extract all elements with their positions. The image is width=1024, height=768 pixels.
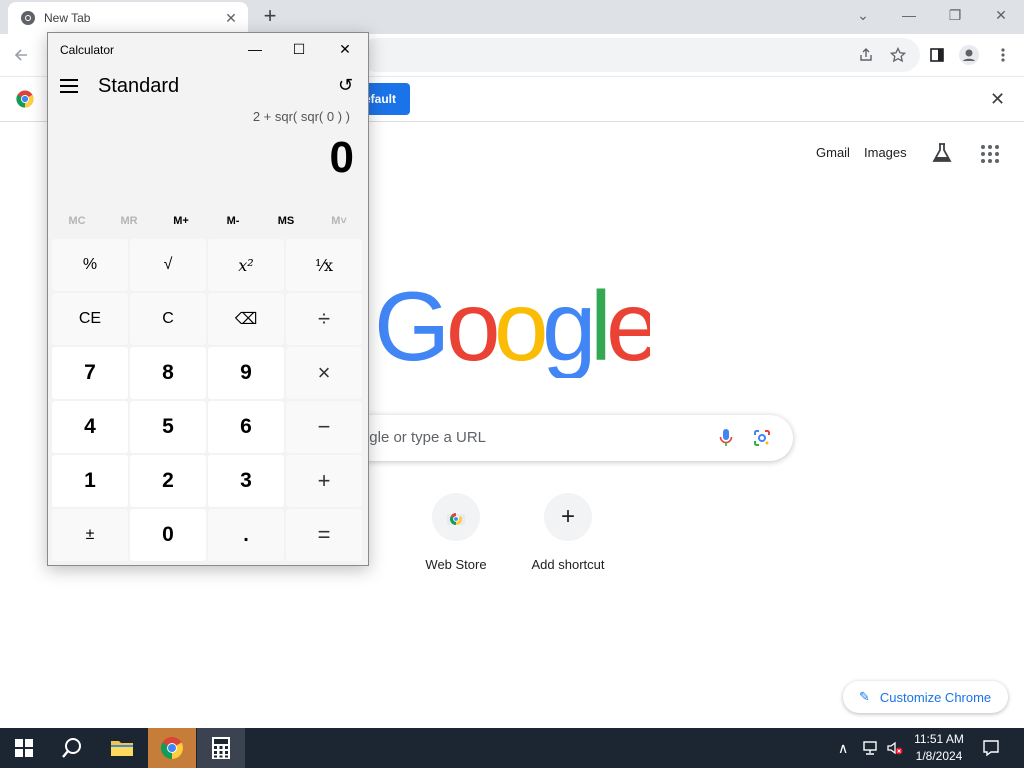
network-icon[interactable] — [862, 728, 880, 768]
volume-muted-icon[interactable] — [886, 728, 904, 768]
minimize-button[interactable]: — — [886, 0, 932, 30]
tab-new-tab[interactable]: New Tab ✕ — [8, 2, 248, 34]
notification-center-icon[interactable] — [982, 728, 1000, 768]
customize-chrome-label: Customize Chrome — [879, 689, 992, 705]
subtract-button[interactable]: − — [286, 401, 362, 453]
images-link[interactable]: Images — [864, 145, 907, 160]
restore-button[interactable]: ❐ — [932, 0, 978, 30]
calculator-title: Calculator — [60, 43, 115, 57]
system-clock[interactable]: 11:51 AM 1/8/2024 — [908, 731, 970, 765]
digit-2-button[interactable]: 2 — [130, 455, 206, 507]
shortcut-add[interactable]: + Add shortcut — [512, 493, 624, 572]
search-icon[interactable] — [48, 728, 96, 768]
hamburger-menu-icon[interactable] — [60, 79, 78, 93]
shortcut-web-store[interactable]: Web Store — [400, 493, 512, 572]
memory-clear-button[interactable]: MC — [52, 215, 102, 227]
memory-subtract-button[interactable]: M- — [208, 215, 258, 227]
taskbar: ∧ 11:51 AM 1/8/2024 — [0, 728, 1024, 768]
history-icon[interactable]: ↺ — [338, 75, 353, 96]
google-logo: G o o g l e — [374, 282, 650, 378]
backspace-button[interactable]: ⌫ — [208, 293, 284, 345]
shortcut-label: Add shortcut — [531, 557, 605, 572]
memory-add-button[interactable]: M+ — [156, 215, 206, 227]
chrome-webstore-icon — [432, 493, 480, 541]
windows-start-icon[interactable] — [0, 728, 48, 768]
apps-grid-icon[interactable] — [980, 144, 1000, 164]
bookmark-star-icon[interactable] — [887, 44, 909, 66]
tab-title: New Tab — [44, 11, 91, 25]
profile-avatar-icon[interactable] — [958, 44, 980, 66]
digit-0-button[interactable]: 0 — [130, 509, 206, 561]
clear-button[interactable]: C — [130, 293, 206, 345]
memory-list-button[interactable]: M˅ — [314, 215, 364, 227]
google-lens-icon[interactable] — [753, 429, 771, 447]
customize-chrome-button[interactable]: ✎ Customize Chrome — [843, 681, 1008, 713]
chrome-taskbar-icon[interactable] — [148, 728, 196, 768]
memory-store-button[interactable]: MS — [261, 215, 311, 227]
digit-4-button[interactable]: 4 — [52, 401, 128, 453]
shortcut-label: Web Store — [425, 557, 487, 572]
share-icon[interactable] — [855, 44, 877, 66]
memory-row: MC MR M+ M- MS M˅ — [48, 211, 368, 235]
digit-9-button[interactable]: 9 — [208, 347, 284, 399]
search-box[interactable]: gle or type a URL — [300, 415, 793, 461]
back-arrow-icon[interactable] — [10, 44, 32, 66]
divide-button[interactable]: ÷ — [286, 293, 362, 345]
svg-text:o: o — [446, 282, 501, 378]
close-window-button[interactable]: ✕ — [978, 0, 1024, 30]
calculator-mode: Standard — [98, 75, 180, 97]
square-root-button[interactable]: √ — [130, 239, 206, 291]
expression-display: 2 + sqr( sqr( 0 ) ) — [252, 109, 350, 124]
clock-date: 1/8/2024 — [915, 749, 963, 763]
add-button[interactable]: + — [286, 455, 362, 507]
svg-text:g: g — [542, 282, 597, 378]
calc-maximize-button[interactable]: ☐ — [276, 33, 322, 65]
svg-text:o: o — [494, 282, 549, 378]
digit-6-button[interactable]: 6 — [208, 401, 284, 453]
pencil-icon: ✎ — [859, 689, 870, 704]
plus-icon: + — [544, 493, 592, 541]
keypad: % √ x² ¹⁄x CE C ⌫ ÷ 7 8 9 × 4 5 6 − 1 2 … — [52, 239, 366, 563]
svg-text:e: e — [606, 282, 650, 378]
file-explorer-icon[interactable] — [98, 728, 146, 768]
voice-search-mic-icon[interactable] — [719, 428, 733, 448]
digit-8-button[interactable]: 8 — [130, 347, 206, 399]
side-panel-icon[interactable] — [926, 44, 948, 66]
percent-button[interactable]: % — [52, 239, 128, 291]
negate-button[interactable]: ± — [52, 509, 128, 561]
kebab-menu-icon[interactable] — [992, 44, 1014, 66]
tab-close-button[interactable]: ✕ — [222, 9, 240, 27]
reciprocal-button[interactable]: ¹⁄x — [286, 239, 362, 291]
chrome-logo-icon — [16, 90, 34, 108]
clock-time: 11:51 AM — [914, 732, 964, 746]
square-button[interactable]: x² — [208, 239, 284, 291]
calculator-window: Calculator — ☐ ✕ Standard ↺ 2 + sqr( sqr… — [47, 32, 369, 566]
svg-text:G: G — [374, 282, 450, 378]
equals-button[interactable]: = — [286, 509, 362, 561]
digit-1-button[interactable]: 1 — [52, 455, 128, 507]
decimal-button[interactable]: . — [208, 509, 284, 561]
calculator-titlebar[interactable]: Calculator — ☐ ✕ — [48, 33, 368, 65]
clear-entry-button[interactable]: CE — [52, 293, 128, 345]
tab-strip: New Tab ✕ + ⌄ — ❐ ✕ — [0, 0, 1024, 34]
chrome-favicon-icon — [21, 11, 35, 25]
infobar-close-button[interactable]: ✕ — [990, 89, 1005, 110]
result-display: 0 — [329, 133, 354, 182]
digit-7-button[interactable]: 7 — [52, 347, 128, 399]
digit-5-button[interactable]: 5 — [130, 401, 206, 453]
multiply-button[interactable]: × — [286, 347, 362, 399]
address-bar[interactable] — [360, 38, 920, 72]
digit-3-button[interactable]: 3 — [208, 455, 284, 507]
calculator-taskbar-icon[interactable] — [197, 728, 245, 768]
tab-search-button[interactable]: ⌄ — [840, 0, 886, 30]
gmail-link[interactable]: Gmail — [816, 145, 850, 160]
labs-flask-icon[interactable] — [930, 141, 954, 165]
new-tab-button[interactable]: + — [258, 5, 282, 29]
tray-chevron-icon[interactable]: ∧ — [838, 728, 848, 768]
calc-close-button[interactable]: ✕ — [322, 33, 368, 65]
calc-minimize-button[interactable]: — — [232, 33, 278, 65]
memory-recall-button[interactable]: MR — [104, 215, 154, 227]
